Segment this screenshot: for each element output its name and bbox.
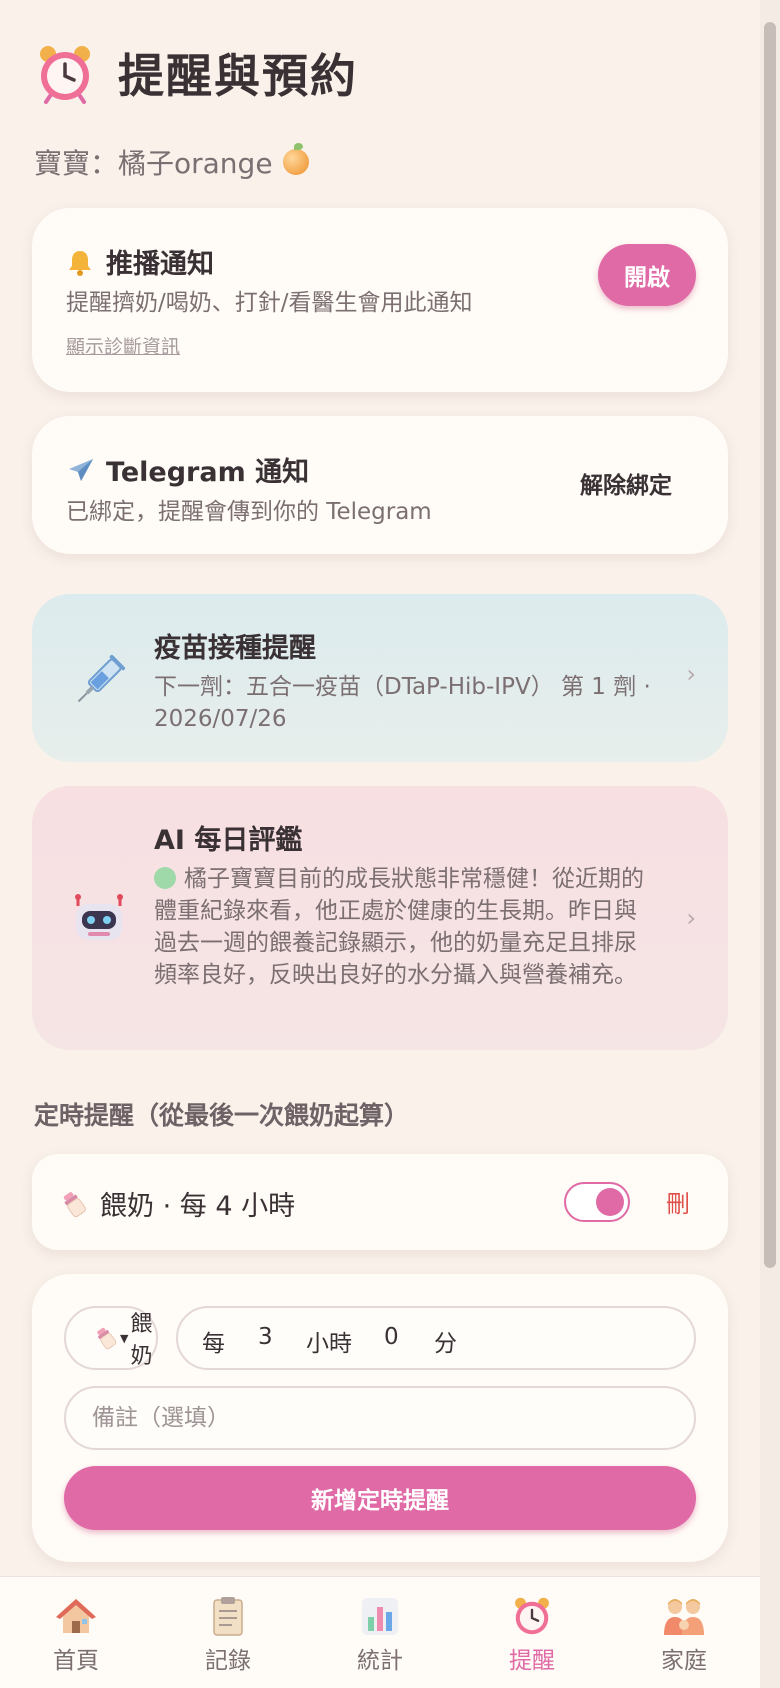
vaccine-reminder-card[interactable]: 疫苗接種提醒 下一劑：五合一疫苗（DTaP-Hib-IPV） 第 1 劑 · 2… bbox=[32, 594, 728, 762]
minutes-input[interactable]: 0 bbox=[384, 1324, 399, 1350]
alarm-clock-icon bbox=[34, 42, 96, 104]
unbind-telegram-button[interactable]: 解除綁定 bbox=[580, 466, 672, 500]
baby-bottle-icon bbox=[60, 1190, 88, 1218]
family-icon bbox=[662, 1595, 706, 1637]
delete-reminder-button[interactable]: 刪 bbox=[666, 1184, 690, 1219]
note-input[interactable] bbox=[64, 1386, 696, 1450]
reminder-item: 餵奶 · 每 4 小時 刪 bbox=[32, 1154, 728, 1250]
home-icon bbox=[54, 1595, 98, 1637]
toggle-knob bbox=[596, 1188, 624, 1216]
nav-records-label: 記錄 bbox=[205, 1648, 251, 1674]
enable-push-button[interactable]: 開啟 bbox=[598, 244, 696, 306]
bell-icon bbox=[66, 248, 94, 276]
vaccine-next-dose: 下一劑：五合一疫苗（DTaP-Hib-IPV） 第 1 劑 · 2026/07/… bbox=[154, 674, 651, 732]
baby-name: 寶寶：橘子orange bbox=[34, 147, 273, 180]
airplane-icon bbox=[66, 455, 96, 485]
status-dot-icon bbox=[154, 867, 176, 889]
page-title: 提醒與預約 bbox=[118, 49, 358, 103]
interval-input-group: 每 3 小時 0 分 bbox=[176, 1306, 696, 1370]
chevron-right-icon: › bbox=[686, 660, 696, 688]
nav-reminders-label: 提醒 bbox=[509, 1648, 555, 1674]
scrollbar-thumb[interactable] bbox=[764, 22, 776, 1268]
telegram-card-title: Telegram 通知 bbox=[66, 450, 309, 489]
ai-card-title: AI 每日評鑑 bbox=[154, 825, 303, 856]
syringe-icon bbox=[68, 650, 130, 712]
ai-review-text: 橘子寶寶目前的成長狀態非常穩健！從近期的體重紀錄來看，他正處於健康的生長期。昨日… bbox=[154, 866, 644, 988]
clipboard-icon bbox=[206, 1595, 250, 1637]
ai-daily-review-card[interactable]: AI 每日評鑑 橘子寶寶目前的成長狀態非常穩健！從近期的體重紀錄來看，他正處於健… bbox=[32, 786, 728, 1050]
vaccine-card-title: 疫苗接種提醒 bbox=[154, 633, 316, 664]
vaccine-card-body: 疫苗接種提醒 下一劑：五合一疫苗（DTaP-Hib-IPV） 第 1 劑 · 2… bbox=[154, 626, 658, 735]
reminder-toggle[interactable] bbox=[564, 1182, 630, 1222]
ai-card-body: AI 每日評鑑 橘子寶寶目前的成長狀態非常穩健！從近期的體重紀錄來看，他正處於健… bbox=[154, 818, 658, 991]
page-header: 提醒與預約 bbox=[34, 40, 358, 106]
nav-reminders[interactable]: 提醒 bbox=[472, 1595, 592, 1675]
orange-icon bbox=[282, 143, 309, 175]
add-reminder-form: ▼ 餵奶 每 3 小時 0 分 新增定時提醒 bbox=[32, 1274, 728, 1562]
minutes-unit-label: 分 bbox=[434, 1331, 457, 1357]
alarm-clock-icon bbox=[510, 1595, 554, 1637]
baby-bottle-icon bbox=[94, 1326, 118, 1350]
chevron-right-icon: › bbox=[686, 904, 696, 932]
push-card-subtitle: 提醒擠奶/喝奶、打針/看醫生會用此通知 bbox=[66, 290, 473, 316]
chevron-down-icon: ▼ bbox=[120, 1331, 129, 1345]
nav-family[interactable]: 家庭 bbox=[624, 1595, 744, 1675]
add-reminder-button[interactable]: 新增定時提醒 bbox=[64, 1466, 696, 1530]
nav-family-label: 家庭 bbox=[661, 1648, 707, 1674]
telegram-card-subtitle: 已綁定，提醒會傳到你的 Telegram bbox=[66, 499, 432, 525]
push-notification-card: 推播通知 提醒擠奶/喝奶、打針/看醫生會用此通知 顯示診斷資訊 開啟 bbox=[32, 208, 728, 392]
reminders-page: 提醒與預約 寶寶：橘子orange 推播通知 提醒擠奶/喝奶、打針/看醫生會用此… bbox=[0, 0, 760, 1688]
nav-records[interactable]: 記錄 bbox=[168, 1595, 288, 1675]
nav-home-label: 首頁 bbox=[53, 1648, 99, 1674]
scheduled-reminders-heading: 定時提醒（從最後一次餵奶起算） bbox=[34, 1101, 410, 1130]
reminder-label: 餵奶 · 每 4 小時 bbox=[60, 1184, 295, 1223]
page-scrollbar[interactable] bbox=[760, 0, 780, 1688]
bar-chart-icon bbox=[358, 1595, 402, 1637]
nav-home[interactable]: 首頁 bbox=[16, 1595, 136, 1675]
nav-stats-label: 統計 bbox=[357, 1648, 403, 1674]
interval-every-label: 每 bbox=[202, 1331, 225, 1357]
push-card-title: 推播通知 bbox=[66, 242, 214, 281]
bottom-nav: 首頁 記錄 統計 提醒 家庭 bbox=[0, 1576, 760, 1688]
robot-icon bbox=[68, 886, 130, 948]
reminder-type-select[interactable]: ▼ 餵奶 bbox=[64, 1306, 158, 1370]
show-diagnostics-link[interactable]: 顯示診斷資訊 bbox=[66, 332, 180, 359]
hours-input[interactable]: 3 bbox=[258, 1324, 273, 1350]
hours-unit-label: 小時 bbox=[306, 1331, 352, 1357]
telegram-card: Telegram 通知 已綁定，提醒會傳到你的 Telegram 解除綁定 bbox=[32, 416, 728, 554]
nav-stats[interactable]: 統計 bbox=[320, 1595, 440, 1675]
baby-selector[interactable]: 寶寶：橘子orange bbox=[34, 142, 309, 182]
